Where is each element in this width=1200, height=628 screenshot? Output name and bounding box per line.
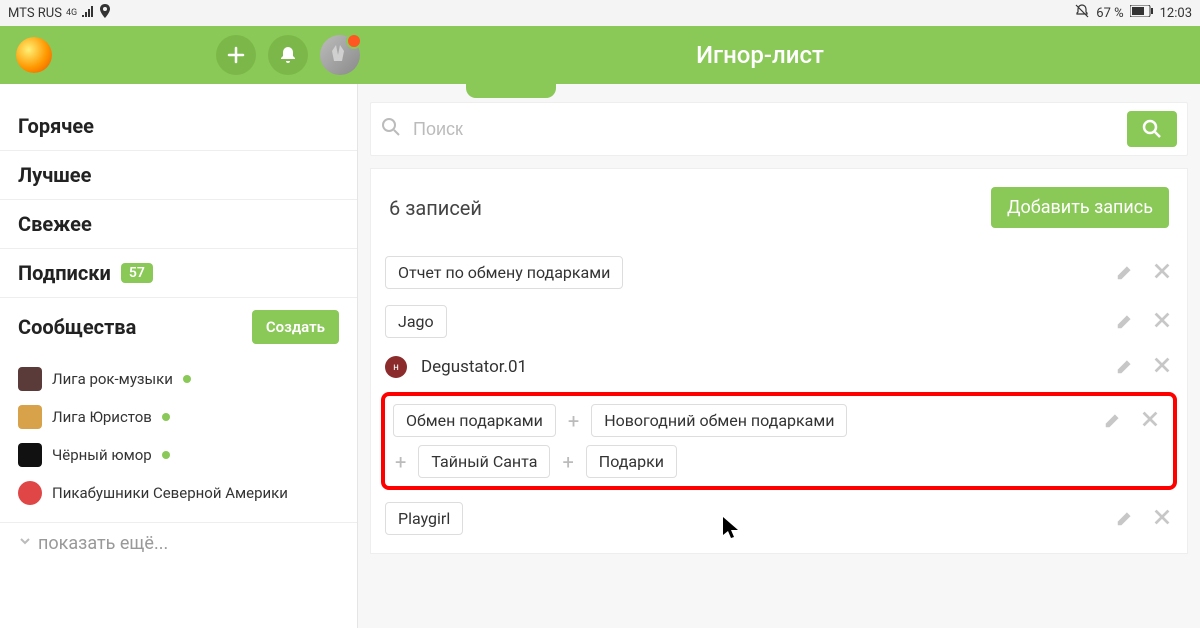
sidebar-item-subscriptions[interactable]: Подписки 57 bbox=[0, 249, 357, 298]
community-thumb bbox=[18, 405, 42, 429]
entry-row: н Degustator.01 bbox=[371, 346, 1187, 388]
status-bar: MTS RUS 4G 67 % 12:03 bbox=[0, 0, 1200, 26]
search-bar bbox=[370, 102, 1188, 156]
search-icon bbox=[381, 117, 401, 141]
entries-list: Отчет по обмену подарками Jago н Degusta… bbox=[370, 242, 1188, 554]
close-icon[interactable] bbox=[1151, 309, 1173, 335]
chevron-down-icon bbox=[18, 532, 32, 553]
community-thumb bbox=[18, 443, 42, 467]
add-post-button[interactable] bbox=[216, 35, 256, 75]
notifications-button[interactable] bbox=[268, 35, 308, 75]
edit-icon[interactable] bbox=[1103, 408, 1125, 434]
sidebar-item-label: Подписки bbox=[18, 261, 111, 285]
records-header: 6 записей Добавить запись bbox=[370, 168, 1188, 242]
carrier-label: MTS RUS bbox=[8, 6, 62, 21]
page-title: Игнор-лист bbox=[360, 41, 1160, 69]
entry-row: Playgirl bbox=[371, 494, 1187, 543]
search-button[interactable] bbox=[1127, 111, 1177, 147]
battery-icon bbox=[1130, 5, 1154, 21]
show-more-label: показать ещё... bbox=[38, 533, 168, 554]
signal-icon bbox=[81, 5, 95, 21]
user-avatar-small: н bbox=[385, 356, 407, 378]
entry-chip[interactable]: Подарки bbox=[586, 445, 677, 478]
community-label: Лига рок-музыки bbox=[52, 370, 173, 388]
online-dot-icon bbox=[162, 451, 170, 459]
online-dot-icon bbox=[162, 413, 170, 421]
sidebar-item-best[interactable]: Лучшее bbox=[0, 151, 357, 200]
entry-chip[interactable]: Тайный Санта bbox=[418, 445, 550, 478]
edit-icon[interactable] bbox=[1115, 506, 1137, 532]
app-logo[interactable] bbox=[16, 37, 52, 73]
entry-chip[interactable]: Jago bbox=[385, 305, 447, 338]
community-row[interactable]: Лига рок-музыки bbox=[0, 360, 357, 398]
clock-label: 12:03 bbox=[1160, 6, 1192, 21]
community-thumb bbox=[18, 481, 42, 505]
sidebar-item-label: Сообщества bbox=[18, 315, 136, 339]
edit-icon[interactable] bbox=[1115, 260, 1137, 286]
community-list: Лига рок-музыки Лига Юристов Чёрный юмор… bbox=[0, 356, 357, 516]
entry-user-label[interactable]: Degustator.01 bbox=[421, 357, 527, 377]
plus-icon: + bbox=[566, 409, 581, 433]
highlighted-entry: Обмен подарками + Новогодний обмен подар… bbox=[381, 392, 1177, 490]
sidebar-item-fresh[interactable]: Свежее bbox=[0, 200, 357, 249]
community-row[interactable]: Пикабушники Северной Америки bbox=[0, 474, 357, 512]
community-row[interactable]: Чёрный юмор bbox=[0, 436, 357, 474]
records-count-label: 6 записей bbox=[389, 196, 482, 220]
create-community-button[interactable]: Создать bbox=[252, 310, 339, 344]
plus-icon: + bbox=[393, 450, 408, 474]
close-icon[interactable] bbox=[1151, 506, 1173, 532]
entry-chip[interactable]: Обмен подарками bbox=[393, 404, 556, 437]
close-icon[interactable] bbox=[1151, 354, 1173, 380]
community-label: Пикабушники Северной Америки bbox=[52, 484, 288, 502]
app-header: Игнор-лист bbox=[0, 26, 1200, 84]
show-more-button[interactable]: показать ещё... bbox=[0, 522, 357, 564]
edit-icon[interactable] bbox=[1115, 309, 1137, 335]
edit-icon[interactable] bbox=[1115, 354, 1137, 380]
close-icon[interactable] bbox=[1139, 408, 1161, 434]
user-avatar[interactable] bbox=[320, 35, 360, 75]
community-label: Чёрный юмор bbox=[52, 446, 152, 464]
online-dot-icon bbox=[183, 375, 191, 383]
community-label: Лига Юристов bbox=[52, 408, 152, 426]
entry-chip[interactable]: Новогодний обмен подарками bbox=[591, 404, 847, 437]
add-record-button[interactable]: Добавить запись bbox=[991, 187, 1169, 228]
subscriptions-count-badge: 57 bbox=[121, 263, 153, 283]
community-row[interactable]: Лига Юристов bbox=[0, 398, 357, 436]
cursor-icon bbox=[721, 515, 741, 545]
mute-icon bbox=[1074, 3, 1090, 23]
network-label: 4G bbox=[66, 8, 77, 18]
active-tab-indicator bbox=[466, 80, 556, 98]
close-icon[interactable] bbox=[1151, 260, 1173, 286]
search-input[interactable] bbox=[413, 119, 1115, 140]
sidebar-item-hot[interactable]: Горячее bbox=[0, 102, 357, 151]
entry-chip[interactable]: Отчет по обмену подарками bbox=[385, 256, 623, 289]
location-icon bbox=[99, 4, 111, 22]
battery-percent: 67 % bbox=[1096, 6, 1123, 21]
entry-row: Отчет по обмену подарками bbox=[371, 248, 1187, 297]
community-thumb bbox=[18, 367, 42, 391]
entry-row: Jago bbox=[371, 297, 1187, 346]
content-area: 6 записей Добавить запись Отчет по обмен… bbox=[358, 84, 1200, 628]
sidebar: Горячее Лучшее Свежее Подписки 57 Сообще… bbox=[0, 84, 358, 628]
plus-icon: + bbox=[560, 450, 575, 474]
entry-chip[interactable]: Playgirl bbox=[385, 502, 463, 535]
sidebar-item-communities: Сообщества Создать bbox=[0, 298, 357, 356]
